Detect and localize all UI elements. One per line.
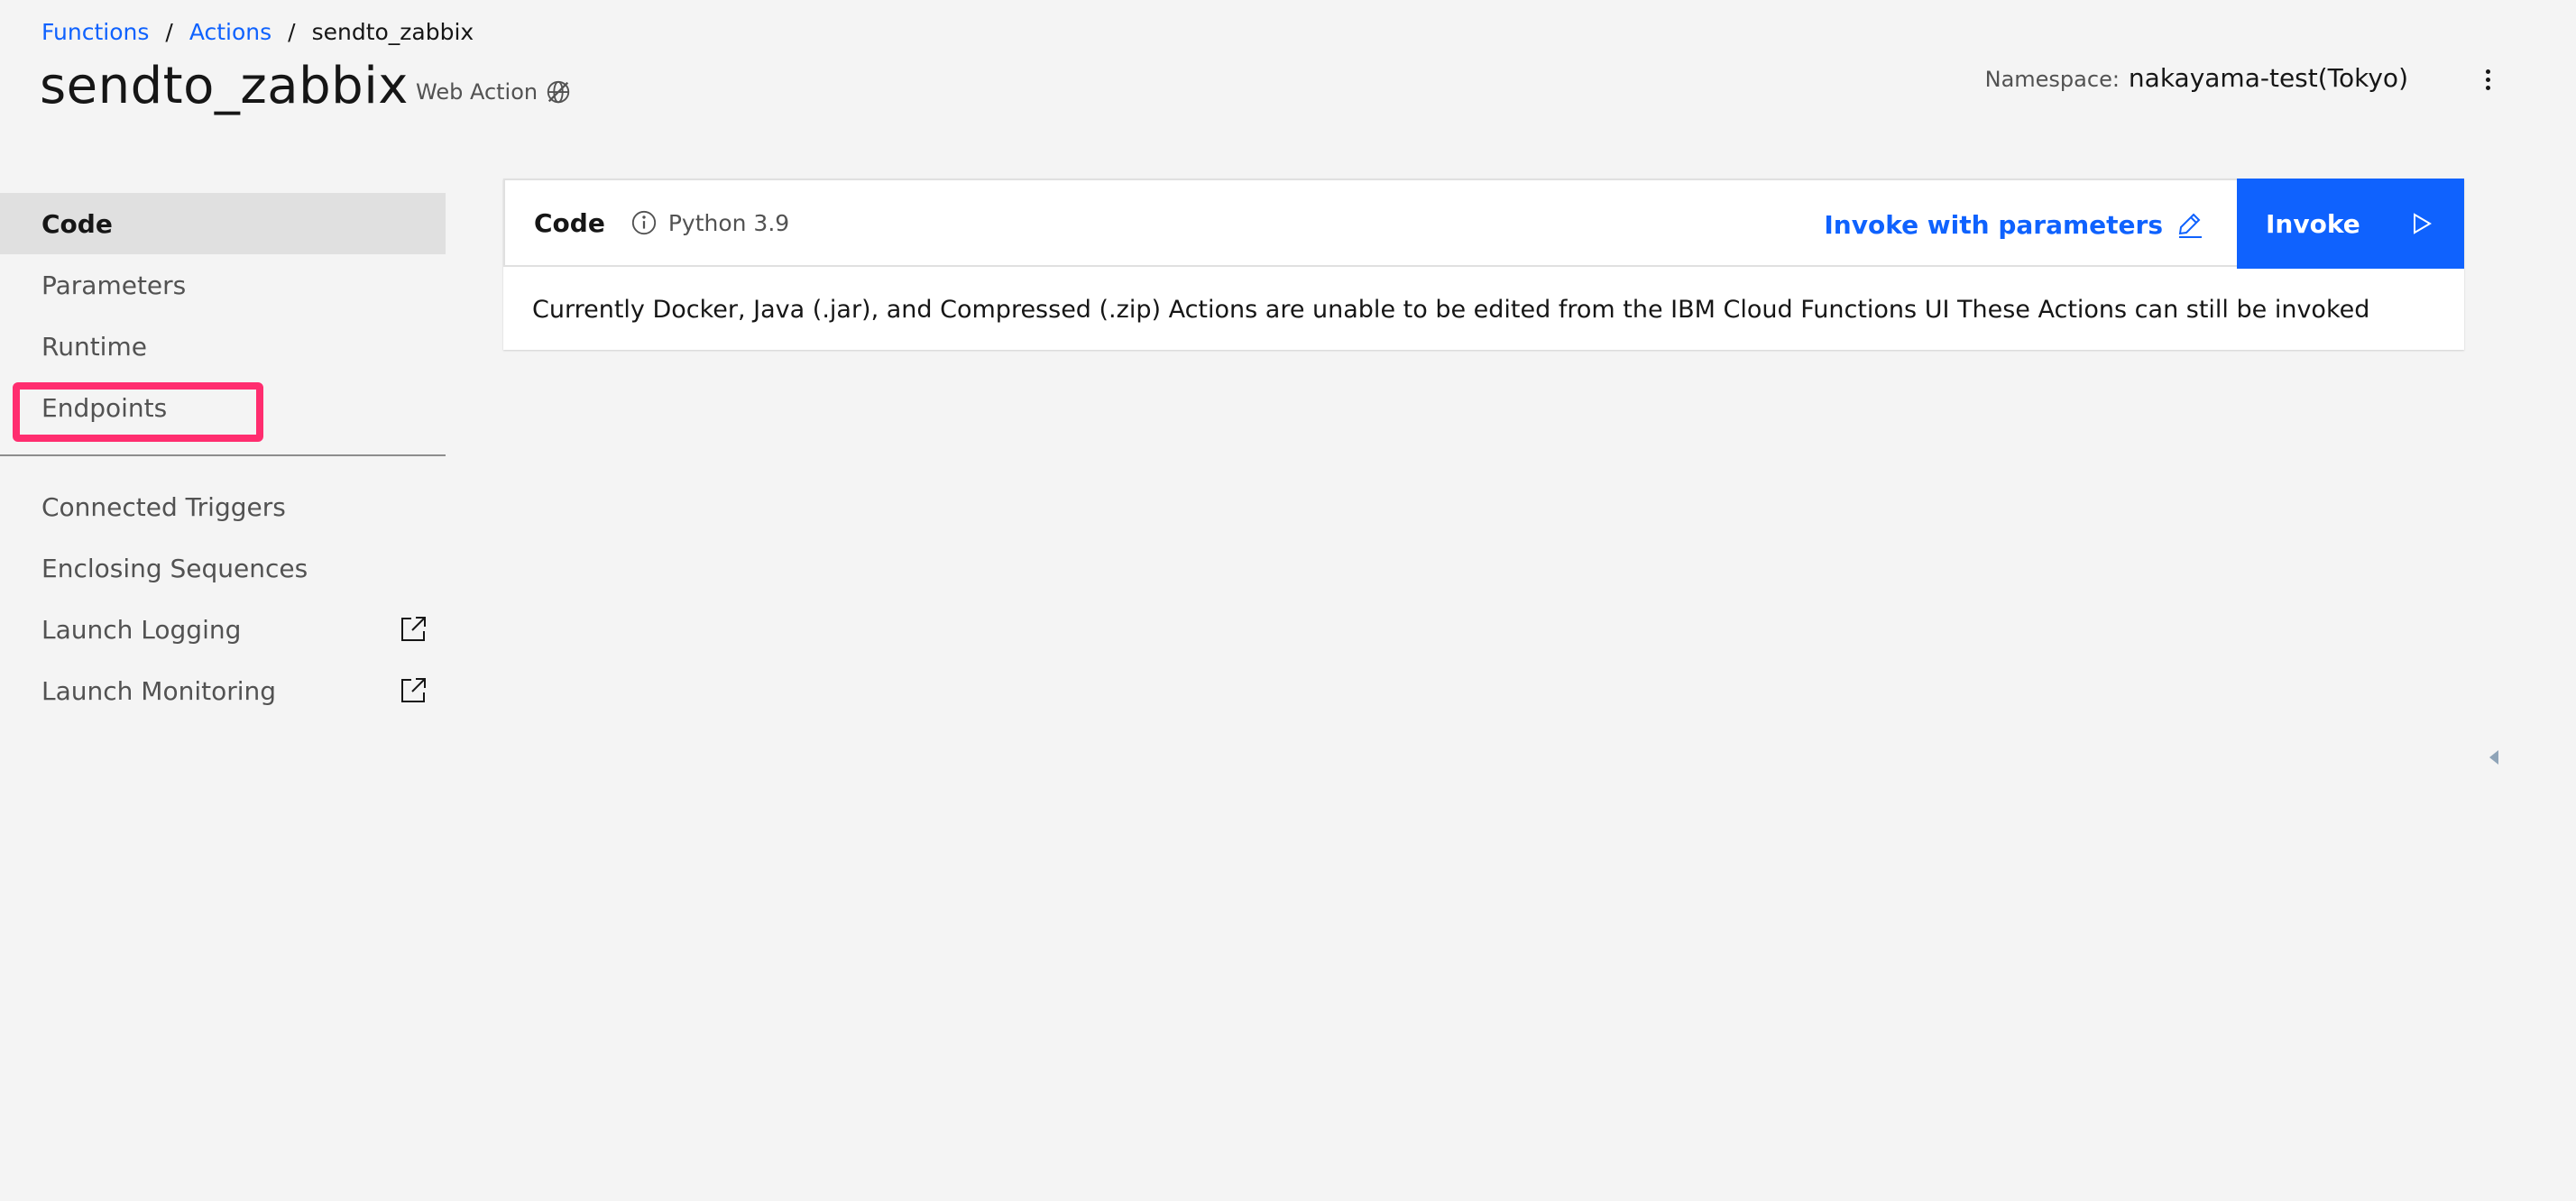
edit-icon: [2178, 213, 2202, 238]
external-link-icon: [401, 617, 426, 641]
sidebar-item-label: Runtime: [41, 331, 147, 362]
overflow-menu-icon: [2485, 69, 2490, 74]
sidebar-item-enclosing-sequences[interactable]: Enclosing Sequences: [0, 537, 446, 599]
invoke-with-parameters-button[interactable]: Invoke with parameters: [1824, 180, 2203, 269]
info-icon[interactable]: [630, 209, 658, 236]
breadcrumb-actions-link[interactable]: Actions: [189, 16, 271, 49]
code-panel-title: Code: [534, 207, 605, 238]
sidebar-item-endpoints[interactable]: Endpoints: [0, 377, 446, 438]
page: Functions / Actions / sendto_zabbix send…: [0, 0, 2576, 1201]
collapse-panel-caret-icon[interactable]: [2486, 748, 2500, 766]
runtime-version: Python 3.9: [667, 209, 790, 236]
runtime-info: Python 3.9: [630, 209, 789, 236]
sidebar-item-launch-monitoring[interactable]: Launch Monitoring: [0, 660, 446, 721]
sidebar-item-label: Launch Monitoring: [41, 675, 277, 706]
external-link-icon: [401, 678, 426, 702]
code-panel: Code Python 3.9 Invoke with parameters I…: [503, 179, 2464, 350]
sidebar-item-label: Parameters: [41, 270, 187, 300]
namespace-value[interactable]: nakayama-test(Tokyo): [2129, 63, 2408, 93]
overflow-menu-icon-dot: [2485, 85, 2490, 90]
web-action-disabled-icon: [547, 80, 570, 104]
breadcrumb-separator: /: [165, 19, 173, 45]
play-icon: [2414, 213, 2432, 234]
sidebar-item-label: Code: [41, 208, 113, 239]
web-action-status: Web Action: [416, 76, 572, 108]
code-unavailable-message: Currently Docker, Java (.jar), and Compr…: [532, 296, 2370, 324]
overflow-menu-icon-dot: [2485, 77, 2490, 82]
breadcrumb-separator: /: [288, 19, 296, 45]
sidebar-item-label: Connected Triggers: [41, 491, 286, 522]
sidebar-item-connected-triggers[interactable]: Connected Triggers: [0, 476, 446, 537]
sidebar-item-label: Endpoints: [41, 392, 168, 423]
invoke-label: Invoke: [2266, 208, 2360, 239]
breadcrumb-functions-link[interactable]: Functions: [41, 16, 149, 49]
sidebar-divider: [0, 454, 446, 456]
page-title: sendto_zabbix: [40, 57, 409, 115]
namespace-label: Namespace:: [1984, 67, 2120, 92]
sidebar-item-runtime[interactable]: Runtime: [0, 316, 446, 377]
sidebar-item-label: Launch Logging: [41, 614, 242, 645]
sidebar-item-label: Enclosing Sequences: [41, 553, 308, 583]
sidebar-item-launch-logging[interactable]: Launch Logging: [0, 599, 446, 660]
breadcrumb-current: sendto_zabbix: [311, 19, 474, 45]
invoke-button[interactable]: Invoke: [2237, 179, 2464, 269]
namespace-display: Namespace: nakayama-test(Tokyo): [1985, 63, 2408, 93]
code-panel-header: Code Python 3.9 Invoke with parameters I…: [503, 179, 2464, 269]
breadcrumb: Functions / Actions / sendto_zabbix: [41, 16, 474, 49]
web-action-label: Web Action: [416, 79, 538, 105]
sidebar-nav: Code Parameters Runtime Endpoints Connec…: [0, 193, 446, 721]
overflow-menu-button[interactable]: [2471, 61, 2504, 97]
sidebar-item-code[interactable]: Code: [0, 193, 446, 254]
sidebar-item-parameters[interactable]: Parameters: [0, 254, 446, 316]
invoke-with-parameters-label: Invoke with parameters: [1824, 209, 2163, 240]
